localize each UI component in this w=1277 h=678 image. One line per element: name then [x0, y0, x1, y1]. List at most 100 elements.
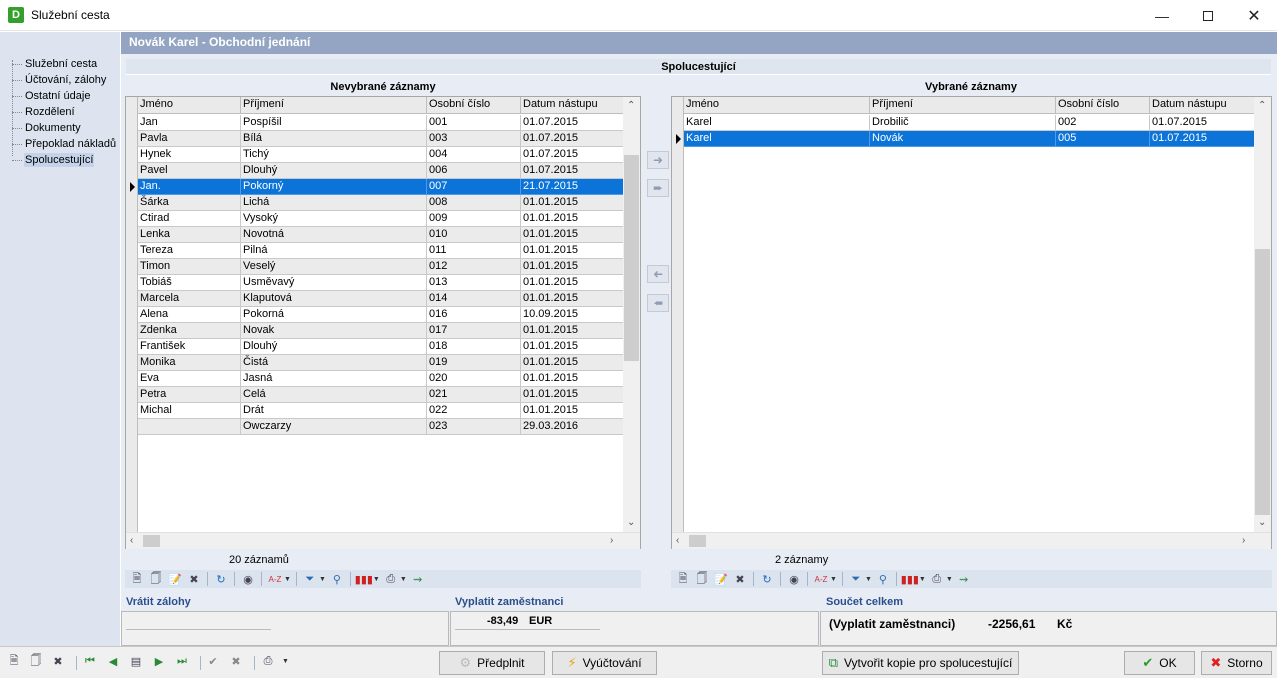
- table-row[interactable]: Karel Drobilič 002 01.07.2015: [684, 115, 1257, 131]
- nav-item[interactable]: Účtování, zálohy: [12, 72, 107, 88]
- copy-record-button[interactable]: 🗍: [148, 572, 164, 587]
- table-row[interactable]: Pavel Dlouhý 006 01.07.2015: [138, 163, 624, 179]
- discard-button[interactable]: ✖: [228, 654, 244, 669]
- prefill-button[interactable]: ⚙ Předplnit: [439, 651, 545, 675]
- copy-record-button[interactable]: 🗍: [694, 572, 710, 587]
- nav-item[interactable]: Ostatní údaje: [12, 88, 91, 104]
- table-row[interactable]: Timon Veselý 012 01.01.2015: [138, 259, 624, 275]
- table-row[interactable]: Michal Drát 022 01.01.2015: [138, 403, 624, 419]
- move-right-button[interactable]: ➜: [647, 151, 669, 169]
- table-row[interactable]: Jan. Pokorný 007 21.07.2015: [138, 179, 624, 195]
- right-scroll-thumb[interactable]: [1255, 249, 1270, 515]
- left-hscroll-thumb[interactable]: [143, 535, 160, 547]
- print-button[interactable]: ⎙: [260, 654, 276, 669]
- filter-button[interactable]: ⏷: [302, 572, 318, 587]
- unselected-records-grid[interactable]: Jméno Příjmení Osobní číslo Datum nástupu J…: [125, 96, 641, 549]
- close-button[interactable]: ✕: [1231, 0, 1277, 31]
- column-header[interactable]: Jméno: [684, 97, 870, 113]
- copy-button[interactable]: 🗍: [28, 654, 44, 669]
- scroll-left-icon[interactable]: ‹: [676, 535, 679, 547]
- nav-item[interactable]: Spolucestující: [12, 152, 95, 168]
- table-row[interactable]: Pavla Bílá 003 01.07.2015: [138, 131, 624, 147]
- delete-record-button[interactable]: ✖: [186, 572, 202, 587]
- right-horizontal-scrollbar[interactable]: ‹ ›: [672, 532, 1271, 549]
- nav-item[interactable]: Služební cesta: [12, 56, 98, 72]
- table-row[interactable]: Šárka Lichá 008 01.01.2015: [138, 195, 624, 211]
- dropdown-icon[interactable]: ▼: [400, 576, 407, 583]
- maximize-button[interactable]: [1185, 0, 1231, 31]
- move-all-right-button[interactable]: ➨: [647, 179, 669, 197]
- scroll-up-icon[interactable]: ⌃: [1258, 100, 1266, 112]
- filter-button[interactable]: ⏷: [848, 572, 864, 587]
- edit-record-button[interactable]: 📝: [167, 572, 183, 587]
- selected-records-grid[interactable]: Jméno Příjmení Osobní číslo Datum nástupu K…: [671, 96, 1272, 549]
- dropdown-icon[interactable]: ▼: [319, 576, 326, 583]
- table-row[interactable]: František Dlouhý 018 01.01.2015: [138, 339, 624, 355]
- sort-button[interactable]: A-Z: [813, 572, 829, 587]
- refresh-button[interactable]: ↻: [213, 572, 229, 587]
- first-record-button[interactable]: ⏮: [82, 654, 98, 669]
- table-row[interactable]: Lenka Novotná 010 01.01.2015: [138, 227, 624, 243]
- table-row[interactable]: Karel Novák 005 01.07.2015: [684, 131, 1257, 147]
- dropdown-icon[interactable]: ▼: [865, 576, 872, 583]
- export-button[interactable]: ⇝: [410, 572, 426, 587]
- print-button[interactable]: ⎙: [929, 572, 945, 587]
- previous-record-button[interactable]: ◀: [105, 654, 121, 669]
- nav-item[interactable]: Dokumenty: [12, 120, 82, 136]
- cancel-button[interactable]: ✖ Storno: [1201, 651, 1272, 675]
- move-left-button[interactable]: ➜: [647, 265, 669, 283]
- confirm-button[interactable]: ✔: [205, 654, 221, 669]
- ok-button[interactable]: ✔ OK: [1124, 651, 1195, 675]
- column-header[interactable]: Příjmení: [241, 97, 427, 113]
- dropdown-icon[interactable]: ▼: [946, 576, 953, 583]
- column-header[interactable]: Osobní číslo: [427, 97, 521, 113]
- column-header[interactable]: Příjmení: [870, 97, 1056, 113]
- scroll-down-icon[interactable]: ⌄: [627, 517, 635, 529]
- table-row[interactable]: Jan Pospíšil 001 01.07.2015: [138, 115, 624, 131]
- columns-button[interactable]: ▮▮▮: [901, 572, 919, 587]
- table-row[interactable]: Owczarzy 023 29.03.2016: [138, 419, 624, 435]
- dropdown-icon[interactable]: ▼: [282, 658, 289, 665]
- clear-filter-button[interactable]: ⚲: [329, 572, 345, 587]
- sort-button[interactable]: A-Z: [267, 572, 283, 587]
- table-row[interactable]: Tereza Pilná 011 01.01.2015: [138, 243, 624, 259]
- delete-button[interactable]: ✖: [50, 654, 66, 669]
- scroll-left-icon[interactable]: ‹: [130, 535, 133, 547]
- last-record-button[interactable]: ⏭: [174, 654, 190, 669]
- table-row[interactable]: Petra Celá 021 01.01.2015: [138, 387, 624, 403]
- settlement-button[interactable]: ⚡ Vyúčtování: [552, 651, 657, 675]
- table-row[interactable]: Eva Jasná 020 01.01.2015: [138, 371, 624, 387]
- goto-record-button[interactable]: ▤: [128, 654, 144, 669]
- table-row[interactable]: Zdenka Novak 017 01.01.2015: [138, 323, 624, 339]
- table-row[interactable]: Hynek Tichý 004 01.07.2015: [138, 147, 624, 163]
- edit-record-button[interactable]: 📝: [713, 572, 729, 587]
- nav-item[interactable]: Rozdělení: [12, 104, 76, 120]
- export-button[interactable]: ⇝: [956, 572, 972, 587]
- dropdown-icon[interactable]: ▼: [284, 576, 291, 583]
- find-button[interactable]: ◉: [786, 572, 802, 587]
- delete-record-button[interactable]: ✖: [732, 572, 748, 587]
- dropdown-icon[interactable]: ▼: [830, 576, 837, 583]
- left-scroll-thumb[interactable]: [624, 155, 639, 361]
- right-hscroll-thumb[interactable]: [689, 535, 706, 547]
- new-record-button[interactable]: 🗎: [129, 572, 145, 587]
- dropdown-icon[interactable]: ▼: [919, 576, 926, 583]
- table-row[interactable]: Ctirad Vysoký 009 01.01.2015: [138, 211, 624, 227]
- create-copies-button[interactable]: ⧉ Vytvořit kopie pro spolucestující: [822, 651, 1019, 675]
- dropdown-icon[interactable]: ▼: [373, 576, 380, 583]
- column-header[interactable]: Osobní číslo: [1056, 97, 1150, 113]
- move-all-left-button[interactable]: ➨: [647, 294, 669, 312]
- right-vertical-scrollbar[interactable]: ⌃ ⌄: [1254, 97, 1271, 532]
- scroll-right-icon[interactable]: ›: [610, 535, 613, 547]
- new-record-button[interactable]: 🗎: [675, 572, 691, 587]
- left-horizontal-scrollbar[interactable]: ‹ ›: [126, 532, 640, 549]
- column-header[interactable]: Datum nástupu: [1150, 97, 1257, 113]
- table-row[interactable]: Tobiáš Usměvavý 013 01.01.2015: [138, 275, 624, 291]
- column-header[interactable]: Datum nástupu: [521, 97, 624, 113]
- scroll-up-icon[interactable]: ⌃: [627, 100, 635, 112]
- next-record-button[interactable]: ▶: [151, 654, 167, 669]
- column-header[interactable]: Jméno: [138, 97, 241, 113]
- minimize-button[interactable]: —: [1139, 0, 1185, 31]
- columns-button[interactable]: ▮▮▮: [355, 572, 373, 587]
- left-vertical-scrollbar[interactable]: ⌃ ⌄: [623, 97, 640, 532]
